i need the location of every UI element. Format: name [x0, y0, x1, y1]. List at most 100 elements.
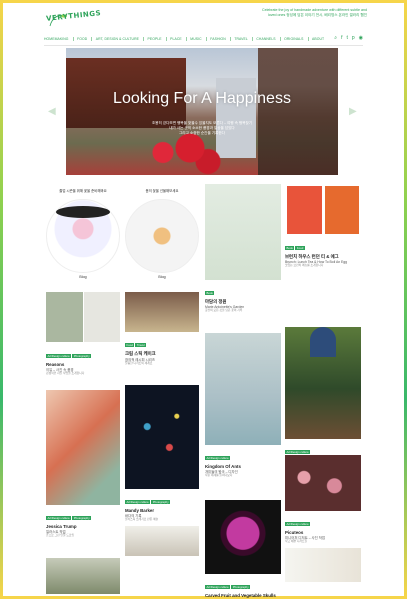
circle-card-left[interactable]: 졸업 시즌을 위해 꽃을 준비해봐요 Blog [46, 188, 120, 279]
circle-heading: 졸업 시즌을 위해 꽃을 준비해봐요 [59, 189, 107, 193]
card-carved[interactable]: Art/Design culture Photography Carved Fru… [205, 500, 281, 598]
card-image[interactable] [205, 184, 281, 280]
tag-label[interactable]: Book [205, 291, 215, 295]
card-excerpt: 플라스틱 쓰레기로 만든 예술 [125, 517, 159, 521]
card-cake[interactable]: Food Travel 크림 스틱 케이크 창의적 레시피 시리즈 달콤한 디저트… [125, 292, 199, 366]
slider-next-icon[interactable]: ▶ [349, 106, 357, 117]
nav-item-place[interactable]: PLACE [170, 37, 182, 41]
circle-image-hat [56, 206, 110, 218]
card-image[interactable] [125, 292, 199, 332]
facebook-icon[interactable]: f [341, 35, 342, 41]
card-mandy[interactable]: Art/Design culture Photography Mandy Bark… [125, 385, 199, 556]
hero-title[interactable]: Looking For A Happiness [66, 90, 338, 108]
circle-caption: Blog [158, 275, 166, 279]
hero-subtitle: 조용히 걷다보면 행복을 찾을수 있을지도 모른다 – 여행 속 행복찾기 내가… [66, 121, 338, 136]
card-image[interactable] [46, 292, 120, 342]
circle-heading: 봄의 꽃을 선물해보세요 [145, 189, 179, 193]
nav-item-homemaking[interactable]: HOMEMAKING [44, 37, 69, 41]
slider-prev-icon[interactable]: ◀ [48, 106, 56, 117]
site-logo[interactable]: VERYTHINGS [44, 6, 104, 32]
card-excerpt: 작고 예쁜 디저트들 [285, 539, 308, 543]
circle-image[interactable] [46, 199, 120, 273]
card-image[interactable] [285, 327, 361, 439]
card-jessica[interactable]: Art/Design culture Photography Jessica Tr… [46, 390, 120, 538]
tag-label[interactable]: Travel [135, 343, 147, 347]
card-excerpt: 손으로 그린 인물 드로잉 [46, 533, 75, 537]
nav-divider [185, 37, 187, 41]
tag-label[interactable]: Art/Design culture [125, 500, 151, 504]
card-image[interactable] [285, 184, 361, 236]
nav-divider [143, 37, 144, 41]
circle-caption: Blog [79, 275, 87, 279]
nav-divider [229, 37, 231, 41]
tag-label[interactable]: Photography [72, 516, 92, 520]
social-icons: ⌕ f t p ◉ [334, 35, 363, 41]
tag-label[interactable]: Art/Design culture [285, 450, 311, 454]
tag-label[interactable]: Photography [72, 354, 92, 358]
card-excerpt: 맛있는 브런치 메뉴를 소개합니다 [285, 263, 324, 267]
rss-icon[interactable]: ◉ [359, 35, 363, 41]
pinterest-icon[interactable]: p [352, 35, 355, 41]
nav-item-food[interactable]: FOOD [77, 37, 87, 41]
hero-subtitle-line: 그리고 소중한 순간을 기록한다 [179, 131, 225, 135]
tag-label[interactable]: Art/Design culture [46, 516, 72, 520]
book-cover-lunch [287, 186, 322, 234]
nav-item-art[interactable]: ART, DESIGN & CULTURE [96, 37, 139, 41]
search-icon[interactable]: ⌕ [334, 35, 337, 41]
book-cover-egg [324, 186, 359, 234]
tag-label[interactable]: Art/Design culture [205, 456, 231, 460]
nav-item-travel[interactable]: TRAVEL [234, 37, 248, 41]
card-image[interactable] [205, 333, 281, 445]
nav-divider [72, 37, 74, 41]
nav-item-originals[interactable]: ORIGINALS [284, 37, 303, 41]
hero-slider[interactable]: Looking For A Happiness 조용히 걷다보면 행복을 찾을수… [66, 48, 338, 175]
tag-label[interactable]: Art/Design culture [205, 585, 231, 589]
card-title[interactable]: Carved Fruit and Vegetable Skulls [205, 593, 281, 598]
twitter-icon[interactable]: t [346, 35, 347, 41]
card-image-next[interactable] [285, 547, 361, 582]
card-image-next[interactable] [125, 525, 199, 556]
card-image[interactable] [285, 455, 361, 511]
nav-divider [91, 37, 92, 41]
nav-divider [279, 37, 281, 41]
tag-label[interactable]: Photography [151, 500, 171, 504]
hero-photo-flowers [136, 130, 226, 175]
header-divider [44, 45, 363, 46]
tag-label[interactable]: Art/Design culture [285, 522, 311, 526]
nav-divider [307, 37, 309, 41]
card-picuteos[interactable]: Art/Design culture Picuteos 미니어처 디저트 – 사… [285, 455, 361, 582]
tag-label[interactable]: Art/Design culture [46, 354, 72, 358]
card-excerpt: 궁전의 모든 것을 담은 꽃의 기록 [205, 308, 243, 312]
card-photo [83, 292, 120, 342]
nav-item-music[interactable]: MUSIC [190, 37, 201, 41]
card-photo [46, 292, 83, 342]
card-excerpt: 달콤한 디저트의 세계로 [125, 361, 153, 365]
tag-label[interactable]: Book [285, 246, 295, 250]
site-tagline: Celebrate the joy of handmade adventure … [261, 8, 367, 17]
card-tea[interactable]: Book Food 브런치 하우스 런던 티 & 에그 Brunch: Lunch… [285, 184, 361, 268]
circle-card-right[interactable]: 봄의 꽃을 선물해보세요 Blog [125, 188, 199, 279]
tag-label[interactable]: Food [125, 343, 135, 347]
card-mark[interactable]: Art/Design culture Mark Cole 패션 & 라이프 스타… [285, 289, 361, 472]
circle-image[interactable] [125, 199, 199, 273]
card-marie[interactable]: Book 마담의 정원 Marie Antoinette's Garden 궁전… [205, 184, 281, 313]
nav-divider [251, 37, 253, 41]
card-image[interactable] [125, 385, 199, 489]
card-excerpt: 감성적인 사진 작업을 소개합니다 [46, 371, 85, 375]
nav-divider [205, 37, 207, 41]
hero-photo-person [258, 48, 338, 175]
card-photo-person [310, 327, 336, 357]
card-excerpt: 작은 세계를 들여다보다 [205, 473, 233, 477]
card-image[interactable] [205, 500, 281, 574]
card-image[interactable] [46, 390, 120, 505]
nav-item-channels[interactable]: CHANNELS [256, 37, 275, 41]
nav-item-people[interactable]: PEOPLE [148, 37, 162, 41]
card-image-next[interactable] [46, 558, 120, 594]
nav-item-fashion[interactable]: FASHION [210, 37, 226, 41]
card-kingdom[interactable]: Art/Design culture Kingdom Of Ants 개미들의 … [205, 333, 281, 478]
tag-label[interactable]: Photography [231, 585, 251, 589]
nav-item-about[interactable]: ABOUT [312, 37, 324, 41]
nav-divider [165, 37, 167, 41]
card-reasons[interactable]: Art/Design culture Photography Reasons 이유… [46, 292, 120, 376]
tag-label[interactable]: Food [295, 246, 305, 250]
